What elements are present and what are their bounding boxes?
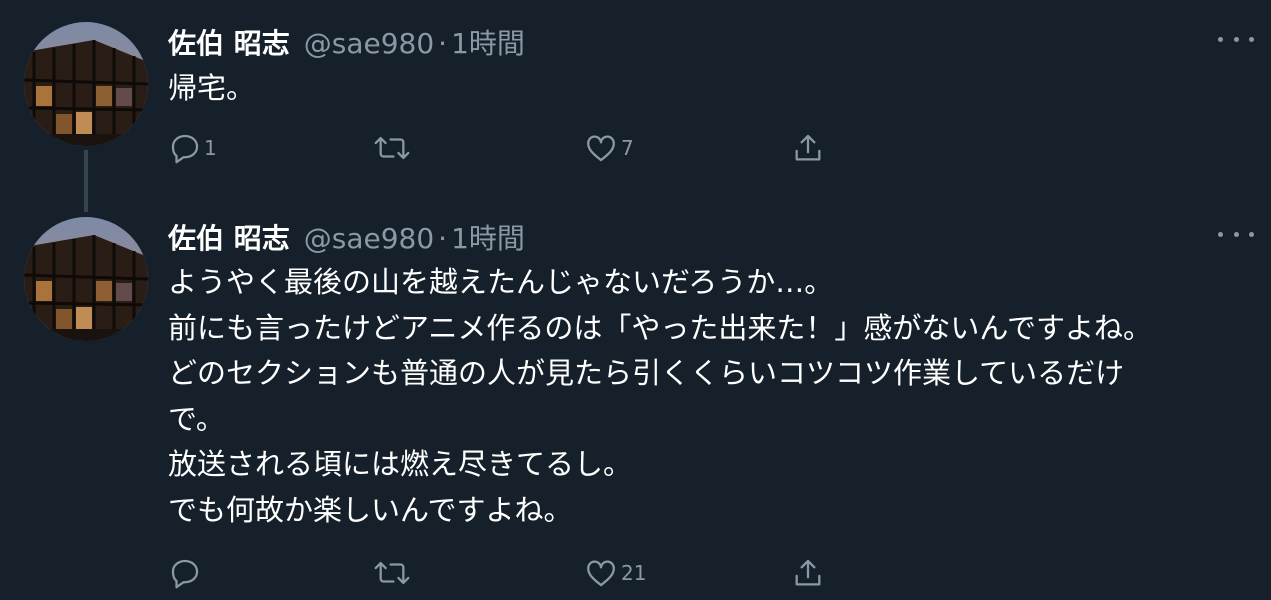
heart-icon <box>587 560 615 587</box>
tweet-text: ようやく最後の山を越えたんじゃないだろうか…。 前にも言ったけどアニメ作るのは「… <box>168 260 1152 533</box>
more-icon[interactable] <box>1218 228 1254 240</box>
avatar-building-photo <box>24 22 148 146</box>
share-button[interactable] <box>790 131 826 165</box>
timestamp[interactable]: 1時間 <box>451 22 525 62</box>
author-name[interactable]: 佐伯 昭志 <box>168 217 290 257</box>
like-count: 7 <box>621 136 634 160</box>
timestamp[interactable]: 1時間 <box>451 217 525 257</box>
author-handle[interactable]: @sae980 <box>304 222 434 255</box>
author-name[interactable]: 佐伯 昭志 <box>168 22 290 62</box>
like-button[interactable]: 21 <box>583 556 646 590</box>
tweet-text-line: 前にも言ったけどアニメ作るのは「やった出来た！」感がないんですよね。 <box>168 310 1152 345</box>
tweet-header: 佐伯 昭志 @sae980 · 1時間 <box>168 217 525 257</box>
more-icon[interactable] <box>1218 33 1254 45</box>
retweet-icon <box>374 561 410 585</box>
retweet-icon <box>374 136 410 160</box>
separator-dot: · <box>438 27 448 60</box>
tweet-text-line: で。 <box>168 401 225 436</box>
author-handle[interactable]: @sae980 <box>304 27 434 60</box>
tweet-text-line: 放送される頃には燃え尽きてるし。 <box>168 447 633 481</box>
tweet-text-line: でも何故か楽しいんですよね。 <box>168 492 573 527</box>
share-icon <box>795 559 821 586</box>
share-icon <box>795 134 821 161</box>
avatar[interactable] <box>24 22 148 146</box>
tweet-text-line: 帰宅。 <box>168 71 256 105</box>
share-button[interactable] <box>790 556 826 590</box>
retweet-button[interactable] <box>372 131 414 165</box>
tweet-header: 佐伯 昭志 @sae980 · 1時間 <box>168 22 525 62</box>
reply-button[interactable] <box>168 556 204 590</box>
tweet-actions: 1 7 <box>168 131 868 165</box>
reply-icon <box>171 559 199 589</box>
avatar[interactable] <box>24 217 148 341</box>
heart-icon <box>587 135 615 162</box>
thread-connector-line <box>84 150 88 212</box>
tweet-text-line: ようやく最後の山を越えたんじゃないだろうか…。 <box>168 265 834 299</box>
like-count: 21 <box>621 561 647 585</box>
retweet-button[interactable] <box>372 556 414 590</box>
tweet-text: 帰宅。 <box>168 66 255 112</box>
separator-dot: · <box>438 222 448 255</box>
tweet-actions: 21 <box>168 556 868 590</box>
reply-icon <box>171 134 199 164</box>
avatar-building-photo <box>24 217 148 341</box>
reply-count: 1 <box>204 136 217 160</box>
tweet-text-line: どのセクションも普通の人が見たら引くくらいコツコツ作業しているだけ <box>168 356 1125 390</box>
reply-button[interactable]: 1 <box>168 131 217 165</box>
like-button[interactable]: 7 <box>583 131 634 165</box>
